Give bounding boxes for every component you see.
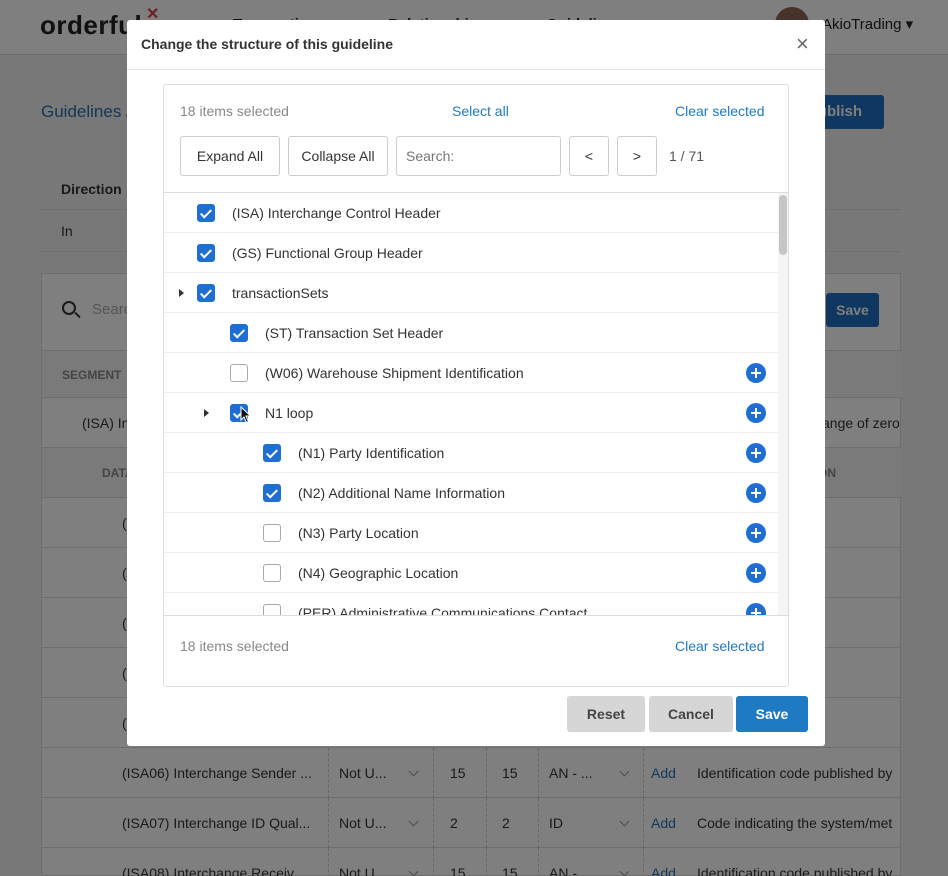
tree-item[interactable]: (W06) Warehouse Shipment Identification — [164, 353, 778, 393]
tree-item-label: (N3) Party Location — [298, 525, 419, 541]
modal-title: Change the structure of this guideline — [141, 36, 394, 52]
tree-item-label: (N2) Additional Name Information — [298, 485, 505, 501]
caret-right-icon[interactable] — [179, 289, 184, 297]
tree-item-label: (ST) Transaction Set Header — [265, 325, 444, 341]
expand-all-button[interactable]: Expand All — [180, 136, 280, 176]
tree-item[interactable]: (PER) Administrative Communications Cont… — [164, 593, 778, 615]
caret-right-icon[interactable] — [204, 409, 209, 417]
add-circle-icon[interactable] — [746, 443, 766, 463]
selection-panel: 18 items selected Select all Clear selec… — [163, 84, 789, 687]
item-checkbox[interactable] — [197, 284, 215, 302]
scrollbar[interactable] — [778, 193, 788, 615]
tree-item-label: (N4) Geographic Location — [298, 565, 459, 581]
mouse-cursor-icon — [240, 405, 252, 424]
tree-item-label: (ISA) Interchange Control Header — [232, 205, 441, 221]
tree-item-label: (N1) Party Identification — [298, 445, 445, 461]
modal-header: Change the structure of this guideline × — [127, 20, 825, 70]
tree-item[interactable]: (N1) Party Identification — [164, 433, 778, 473]
add-circle-icon[interactable] — [746, 483, 766, 503]
footer-selected-count: 18 items selected — [180, 638, 289, 654]
item-checkbox[interactable] — [230, 364, 248, 382]
add-circle-icon[interactable] — [746, 363, 766, 383]
item-checkbox[interactable] — [197, 244, 215, 262]
item-checkbox[interactable] — [263, 524, 281, 542]
close-icon[interactable]: × — [796, 33, 809, 55]
tree-item[interactable]: (N4) Geographic Location — [164, 553, 778, 593]
tree-item[interactable]: (N2) Additional Name Information — [164, 473, 778, 513]
clear-selected-link[interactable]: Clear selected — [675, 103, 765, 119]
tree-item-label: N1 loop — [265, 405, 314, 421]
structure-modal: Change the structure of this guideline ×… — [127, 20, 825, 746]
item-checkbox[interactable] — [197, 204, 215, 222]
footer-clear-selected-link[interactable]: Clear selected — [675, 638, 765, 654]
tree-item[interactable]: (ST) Transaction Set Header — [164, 313, 778, 353]
scrollbar-thumb[interactable] — [779, 195, 787, 255]
item-checkbox[interactable] — [263, 604, 281, 615]
tree-item-label: (PER) Administrative Communications Cont… — [298, 605, 588, 615]
panel-toolbar: 18 items selected Select all Clear selec… — [164, 85, 788, 193]
tree-item[interactable]: (GS) Functional Group Header — [164, 233, 778, 273]
tree-item[interactable]: (ISA) Interchange Control Header — [164, 193, 778, 233]
add-circle-icon[interactable] — [746, 563, 766, 583]
next-button[interactable]: > — [617, 136, 657, 176]
add-circle-icon[interactable] — [746, 523, 766, 543]
item-checkbox[interactable] — [230, 324, 248, 342]
item-checkbox[interactable] — [263, 564, 281, 582]
collapse-all-button[interactable]: Collapse All — [288, 136, 388, 176]
add-circle-icon[interactable] — [746, 403, 766, 423]
tree-item-label: (GS) Functional Group Header — [232, 245, 423, 261]
reset-button[interactable]: Reset — [567, 696, 645, 732]
tree-item[interactable]: transactionSets — [164, 273, 778, 313]
item-checkbox[interactable] — [263, 444, 281, 462]
pager-indicator: 1 / 71 — [669, 148, 705, 164]
tree-item[interactable]: (N3) Party Location — [164, 513, 778, 553]
tree-item-label: transactionSets — [232, 285, 329, 301]
save-button[interactable]: Save — [736, 696, 808, 732]
tree-item[interactable]: N1 loop — [164, 393, 778, 433]
search-input[interactable] — [396, 136, 561, 176]
item-checkbox[interactable] — [263, 484, 281, 502]
cancel-button[interactable]: Cancel — [649, 696, 733, 732]
panel-footer: 18 items selected Clear selected — [164, 615, 788, 686]
selected-count: 18 items selected — [180, 103, 289, 119]
select-all-link[interactable]: Select all — [452, 103, 509, 119]
tree-item-label: (W06) Warehouse Shipment Identification — [265, 365, 524, 381]
prev-button[interactable]: < — [569, 136, 609, 176]
segment-tree: (PER) Administrative Communications Cont… — [164, 193, 788, 615]
add-circle-icon[interactable] — [746, 603, 766, 615]
